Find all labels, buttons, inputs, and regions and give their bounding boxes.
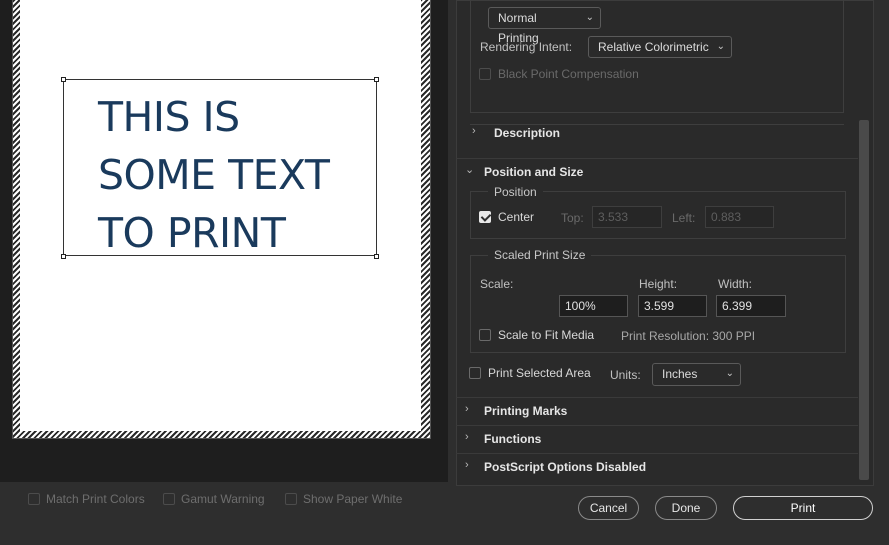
resize-handle-top-left[interactable]	[61, 77, 66, 82]
left-field[interactable]: 0.883	[705, 206, 774, 228]
match-print-colors-option[interactable]: Match Print Colors	[28, 492, 145, 506]
show-paper-white-checkbox[interactable]	[285, 493, 297, 505]
print-resolution: Print Resolution: 300 PPI	[621, 329, 756, 343]
resize-handle-bottom-left[interactable]	[61, 254, 66, 259]
cancel-button[interactable]: Cancel	[578, 496, 639, 520]
top-field[interactable]: 3.533	[592, 206, 662, 228]
left-label: Left:	[672, 211, 696, 225]
divider	[470, 124, 844, 125]
units-label: Units:	[610, 368, 641, 382]
chevron-down-icon: ⌄	[465, 164, 475, 176]
rendering-intent-value: Relative Colorimetric	[598, 40, 709, 54]
black-point-compensation-label: Black Point Compensation	[498, 67, 639, 81]
section-postscript-options-title: PostScript Options Disabled	[484, 460, 647, 474]
width-field[interactable]: 6.399	[716, 295, 786, 317]
section-position-and-size-title: Position and Size	[484, 165, 584, 179]
section-functions-title: Functions	[484, 432, 542, 446]
center-option[interactable]: Center	[479, 210, 534, 224]
preview-text: THIS IS SOME TEXT TO PRINT	[98, 93, 330, 257]
gamut-warning-label: Gamut Warning	[181, 492, 265, 506]
chevron-right-icon: ›	[465, 459, 469, 471]
scale-label: Scale:	[480, 277, 514, 291]
match-print-colors-checkbox[interactable]	[28, 493, 40, 505]
width-label: Width:	[718, 277, 753, 291]
chevron-right-icon: ›	[465, 403, 469, 415]
chevron-down-icon: ⌄	[725, 368, 734, 379]
gamut-warning-option[interactable]: Gamut Warning	[163, 492, 265, 506]
section-description-title: Description	[494, 126, 561, 140]
rendering-intent-select[interactable]: Relative Colorimetric ⌄	[588, 36, 732, 58]
scale-to-fit-label: Scale to Fit Media	[498, 328, 595, 342]
center-label: Center	[498, 210, 535, 224]
chevron-right-icon: ›	[465, 431, 469, 443]
resize-handle-bottom-right[interactable]	[374, 254, 379, 259]
height-label: Height:	[639, 277, 678, 291]
height-field[interactable]: 3.599	[638, 295, 707, 317]
units-select[interactable]: Inches ⌄	[652, 363, 741, 386]
show-paper-white-label: Show Paper White	[303, 492, 403, 506]
chevron-right-icon: ›	[472, 125, 476, 137]
section-functions[interactable]: › Functions	[456, 425, 858, 453]
chevron-down-icon: ⌄	[585, 12, 594, 23]
print-button[interactable]: Print	[733, 496, 873, 520]
gamut-warning-checkbox[interactable]	[163, 493, 175, 505]
section-printing-marks[interactable]: › Printing Marks	[456, 397, 858, 425]
scaled-print-size-title: Scaled Print Size	[488, 248, 592, 262]
resize-handle-top-right[interactable]	[374, 77, 379, 82]
chevron-down-icon: ⌄	[716, 41, 725, 52]
center-checkbox[interactable]	[479, 211, 491, 223]
scale-to-fit-checkbox[interactable]	[479, 329, 491, 341]
match-print-colors-label: Match Print Colors	[46, 492, 145, 506]
print-preview-area: THIS IS SOME TEXT TO PRINT	[0, 0, 448, 482]
section-postscript-options[interactable]: › PostScript Options Disabled	[456, 453, 858, 481]
position-group-title: Position	[488, 185, 543, 199]
section-printing-marks-title: Printing Marks	[484, 404, 568, 418]
print-selected-area-option[interactable]: Print Selected Area	[469, 366, 591, 380]
scale-to-fit-option[interactable]: Scale to Fit Media	[479, 328, 594, 342]
black-point-compensation-option[interactable]: Black Point Compensation	[479, 67, 639, 81]
done-button[interactable]: Done	[655, 496, 717, 520]
scale-field[interactable]: 100%	[559, 295, 628, 317]
print-selected-area-label: Print Selected Area	[488, 366, 591, 380]
units-value: Inches	[662, 367, 698, 381]
black-point-compensation-checkbox[interactable]	[479, 68, 491, 80]
print-selected-area-checkbox[interactable]	[469, 367, 481, 379]
section-position-and-size[interactable]: ⌄ Position and Size	[456, 158, 858, 186]
rendering-intent-label: Rendering Intent:	[480, 40, 573, 54]
scrollbar-thumb[interactable]	[859, 120, 869, 480]
printing-mode-select[interactable]: Normal Printing ⌄	[488, 7, 601, 45]
top-label: Top:	[561, 211, 584, 225]
show-paper-white-option[interactable]: Show Paper White	[285, 492, 402, 506]
